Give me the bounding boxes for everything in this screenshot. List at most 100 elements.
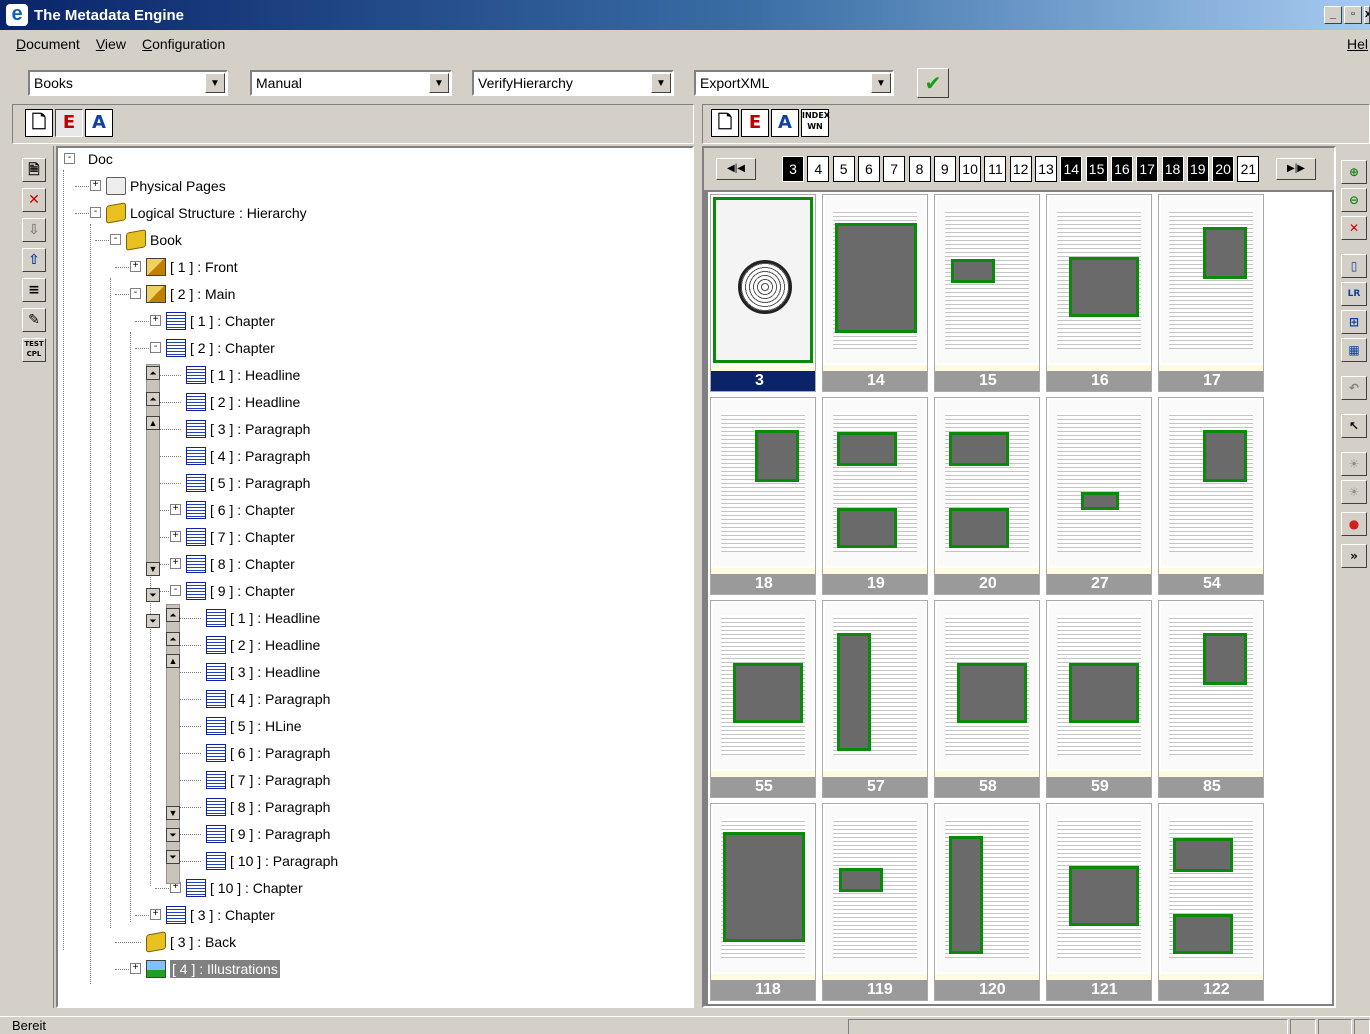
page-tab[interactable]: 11 [984,156,1007,182]
page-thumbnail[interactable]: 121 [1046,803,1152,1001]
range-marker-icon[interactable]: ⏶ [146,392,160,406]
illustration-region[interactable] [839,868,883,892]
structure-view-button[interactable]: E [741,109,769,137]
page-thumbnail[interactable]: 17 [1158,194,1264,392]
illustration-region[interactable] [949,432,1009,466]
tree-node[interactable]: [ 10 ] : Chapter [186,877,303,899]
page-tab[interactable]: 13 [1035,156,1057,182]
page-tab[interactable]: 14 [1060,156,1083,182]
tree-node[interactable]: [ 3 ] : Paragraph [186,418,310,440]
tree-node[interactable]: [ 4 ] : Illustrations [146,958,280,980]
list-icon[interactable]: ≡ [22,278,46,302]
illustration-region[interactable] [1069,866,1139,926]
expand-icon[interactable]: + [130,963,141,974]
tree-node[interactable]: [ 5 ] : HLine [206,715,302,737]
illustration-region[interactable] [1069,663,1139,723]
page-tab[interactable]: 7 [883,156,906,182]
page-tab[interactable]: 5 [832,156,855,182]
edit-icon[interactable]: ✎ [22,308,46,332]
tree-node[interactable]: [ 2 ] : Main [146,283,235,305]
page-tab[interactable]: 4 [807,156,830,182]
range-marker-icon[interactable]: ⏷ [166,850,180,864]
menu-view[interactable]: View [88,36,134,52]
illustration-region[interactable] [837,432,897,466]
page-view-button[interactable]: 🗋 [711,109,739,137]
illustration-region[interactable] [1173,838,1233,872]
range-marker-icon[interactable]: ⏶ [146,366,160,380]
page-thumbnail[interactable]: 20 [934,397,1040,595]
test-icon[interactable]: TEST CPL [22,338,46,362]
brightness-down-icon[interactable]: ☀ [1341,480,1367,504]
text-view-button[interactable]: A [771,109,799,137]
page-tab[interactable]: 12 [1009,156,1032,182]
run-check-button[interactable]: ✔ [917,68,949,98]
collapse-icon[interactable]: - [90,207,101,218]
tree-node[interactable]: [ 5 ] : Paragraph [186,472,310,494]
chevron-down-icon[interactable]: ▼ [429,73,449,93]
page-tab[interactable]: 3 [782,156,804,182]
page-thumbnail[interactable]: 18 [710,397,816,595]
range-marker-icon[interactable]: ▼ [146,562,160,576]
text-view-button[interactable]: A [85,109,113,137]
page-thumbnail[interactable]: 19 [822,397,928,595]
single-page-icon[interactable]: ▯ [1341,254,1367,278]
page-tab[interactable]: 19 [1186,156,1209,182]
collapse-icon[interactable]: - [170,585,181,596]
grid-9-icon[interactable]: ▦ [1341,338,1367,362]
expand-icon[interactable]: + [90,180,101,191]
collection-select[interactable]: Books ▼ [28,70,228,96]
range-marker-icon[interactable]: ▼ [166,806,180,820]
page-tab[interactable]: 10 [959,156,982,182]
page-thumbnail[interactable]: 14 [822,194,928,392]
tree-node[interactable]: [ 1 ] : Headline [206,607,320,629]
export-select[interactable]: ExportXML ▼ [694,70,894,96]
illustration-region[interactable] [1203,227,1247,279]
expand-icon[interactable]: + [150,315,161,326]
expand-icon[interactable]: + [130,261,141,272]
page-thumbnail[interactable]: 55 [710,600,816,798]
tree-node[interactable]: [ 7 ] : Paragraph [206,769,330,791]
tree-node[interactable]: [ 4 ] : Paragraph [206,688,330,710]
next-page-button[interactable]: ▶|▶ [1276,158,1316,180]
tree-node[interactable]: [ 8 ] : Chapter [186,553,295,575]
tree-node[interactable]: [ 3 ] : Headline [206,661,320,683]
range-marker-icon[interactable]: ⏷ [166,828,180,842]
illustration-region[interactable] [837,633,871,751]
menu-configuration[interactable]: Configuration [134,36,233,52]
page-thumbnail[interactable]: 120 [934,803,1040,1001]
range-marker-icon[interactable]: ⏶ [166,608,180,622]
collapse-icon[interactable]: - [130,288,141,299]
pointer-icon[interactable]: ↖ [1341,414,1367,438]
brightness-up-icon[interactable]: ☀ [1341,452,1367,476]
tree-node[interactable]: [ 8 ] : Paragraph [206,796,330,818]
tree-node[interactable]: [ 9 ] : Paragraph [206,823,330,845]
tree-node[interactable]: [ 1 ] : Headline [186,364,300,386]
zoom-in-icon[interactable]: ⊕ [1341,160,1367,184]
tree-node[interactable]: [ 2 ] : Headline [186,391,300,413]
range-marker-icon[interactable]: ⏶ [166,632,180,646]
menu-help[interactable]: Hel [1347,36,1368,52]
previous-page-button[interactable]: ◀|◀ [716,158,756,180]
illustration-region[interactable] [1081,492,1119,510]
zoom-out-icon[interactable]: ⊖ [1341,188,1367,212]
illustration-region[interactable] [1203,633,1247,685]
expand-icon[interactable]: + [170,531,181,542]
zoom-reset-icon[interactable]: ✕ [1341,216,1367,240]
page-view-button[interactable]: 🗋 [25,109,53,137]
page-thumbnail[interactable]: 119 [822,803,928,1001]
tree-node[interactable]: Book [126,229,182,251]
tree-node[interactable]: [ 4 ] : Paragraph [186,445,310,467]
illustration-region[interactable] [835,223,917,333]
tree-node[interactable]: [ 10 ] : Paragraph [206,850,338,872]
page-tab[interactable]: 21 [1237,156,1260,182]
chevron-down-icon[interactable]: ▼ [651,73,671,93]
page-tab[interactable]: 15 [1085,156,1108,182]
illustration-region[interactable] [837,508,897,548]
tree-node[interactable]: [ 3 ] : Back [146,931,236,953]
move-down-icon[interactable]: ⇩ [22,218,46,242]
page-tab[interactable]: 6 [857,156,880,182]
delete-icon[interactable]: ✕ [22,188,46,212]
verify-select[interactable]: VerifyHierarchy ▼ [472,70,674,96]
expand-icon[interactable]: + [170,504,181,515]
color-icon[interactable]: ● [1341,512,1367,536]
